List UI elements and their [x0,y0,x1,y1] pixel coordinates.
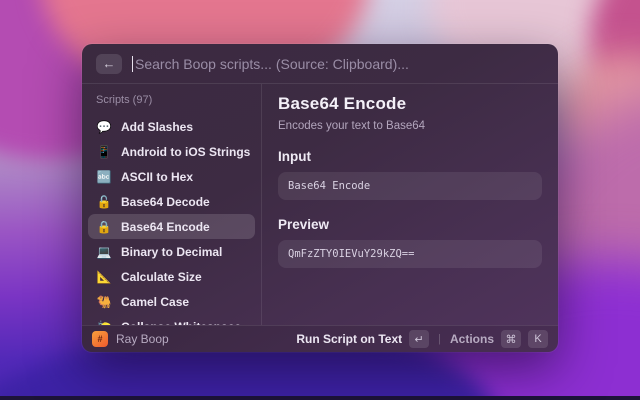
preview-value-box: QmFzZTY0IEVuY29kZQ== [278,240,542,268]
input-section-label: Input [278,149,542,164]
speech-balloon-icon: 💬 [96,120,112,134]
back-button[interactable]: ← [96,54,122,74]
triangular-ruler-icon: 📐 [96,270,112,284]
abc-input-icon: 🔤 [96,170,112,184]
sidebar-item-camel-case[interactable]: 🐫 Camel Case [88,289,255,314]
mobile-phone-icon: 📱 [96,145,112,159]
run-script-on-text-button[interactable]: Run Script on Text [296,332,402,346]
return-key-icon[interactable]: ↵ [409,330,429,348]
sidebar-item-android-to-ios-strings[interactable]: 📱 Android to iOS Strings [88,139,255,164]
command-key-icon: ⌘ [501,330,521,348]
search-bar: ← Search Boop scripts... (Source: Clipbo… [82,44,558,84]
sidebar-item-label: Calculate Size [121,270,202,284]
sidebar-item-base64-encode[interactable]: 🔒 Base64 Encode [88,214,255,239]
statusbar-actions: Run Script on Text ↵ | Actions ⌘ K [296,330,548,348]
unlocked-padlock-icon: 🔓 [96,195,112,209]
sidebar-item-calculate-size[interactable]: 📐 Calculate Size [88,264,255,289]
sidebar-item-ascii-to-hex[interactable]: 🔤 ASCII to Hex [88,164,255,189]
status-bar: # Ray Boop Run Script on Text ↵ | Action… [82,325,558,352]
input-value-box: Base64 Encode [278,172,542,200]
detail-pane: Base64 Encode Encodes your text to Base6… [262,84,558,325]
search-placeholder: Search Boop scripts... (Source: Clipboar… [135,56,409,72]
statusbar-separator: | [438,333,441,345]
screen-bottom-strip [0,396,640,400]
search-input[interactable]: Search Boop scripts... (Source: Clipboar… [132,56,409,72]
sidebar-item-label: Add Slashes [121,120,193,134]
back-arrow-icon: ← [103,56,116,71]
sidebar-item-add-slashes[interactable]: 💬 Add Slashes [88,114,255,139]
main-content: Scripts (97) 💬 Add Slashes 📱 Android to … [82,84,558,325]
sidebar-item-collapse-whitespace[interactable]: 🧽 Collapse Whitespace [88,314,255,325]
sidebar-item-label: Android to iOS Strings [121,145,250,159]
sidebar-item-label: Base64 Decode [121,195,210,209]
boop-icon-glyph: # [97,334,102,344]
k-key-icon: K [528,330,548,348]
actions-button[interactable]: Actions [450,332,494,346]
scripts-sidebar: Scripts (97) 💬 Add Slashes 📱 Android to … [82,84,262,325]
sidebar-item-label: Camel Case [121,295,189,309]
sidebar-item-label: Binary to Decimal [121,245,222,259]
detail-subtitle: Encodes your text to Base64 [278,120,542,132]
text-caret [132,56,133,72]
section-header: Scripts (97) [88,92,255,114]
boop-app-icon: # [92,331,108,347]
detail-title: Base64 Encode [278,94,542,114]
sidebar-item-label: Base64 Encode [121,220,210,234]
laptop-icon: 💻 [96,245,112,259]
camel-icon: 🐫 [96,295,112,309]
sidebar-item-base64-decode[interactable]: 🔓 Base64 Decode [88,189,255,214]
raycast-window: ← Search Boop scripts... (Source: Clipbo… [82,44,558,352]
sidebar-item-label: ASCII to Hex [121,170,193,184]
app-name: Ray Boop [116,332,169,346]
locked-padlock-icon: 🔒 [96,220,112,234]
preview-section-label: Preview [278,217,542,232]
sidebar-item-binary-to-decimal[interactable]: 💻 Binary to Decimal [88,239,255,264]
